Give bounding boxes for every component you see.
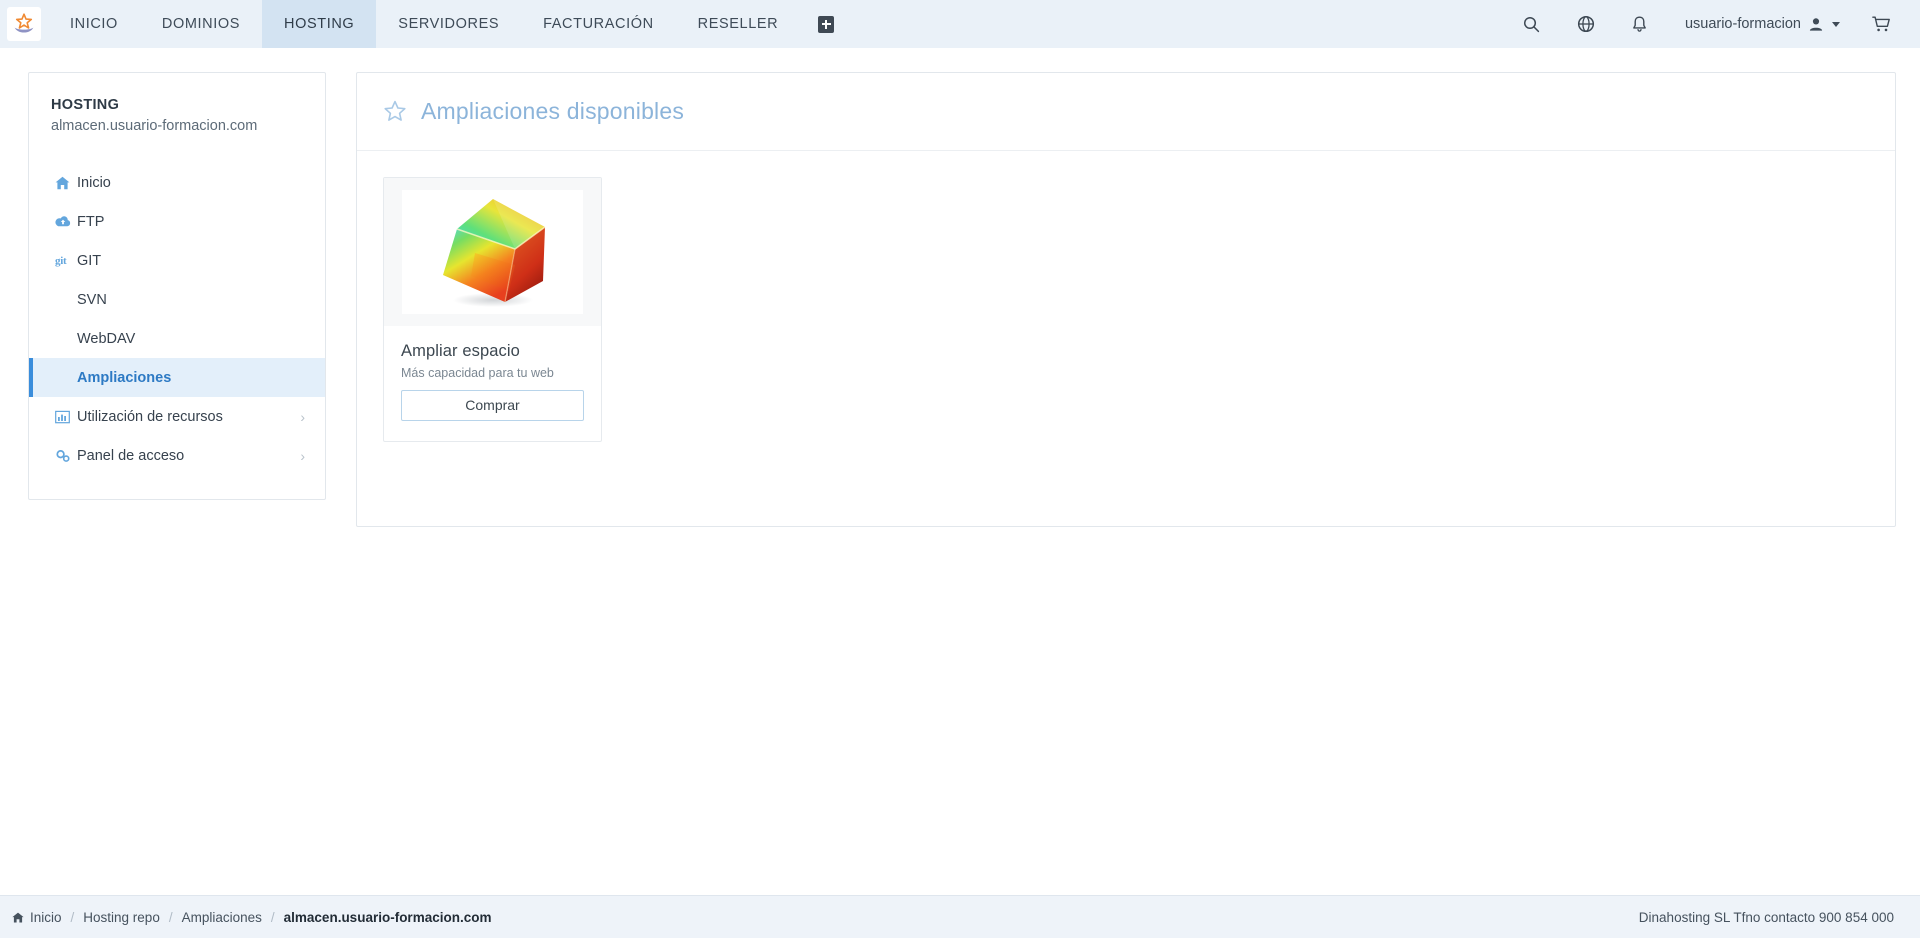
main-header: Ampliaciones disponibles — [357, 73, 1895, 151]
buy-button[interactable]: Comprar — [401, 390, 584, 421]
add-service-button[interactable] — [800, 0, 852, 48]
card-body: Ampliar espacio Más capacidad para tu we… — [384, 326, 601, 441]
sidebar-item-label: Ampliaciones — [77, 369, 172, 386]
cloud-upload-icon — [55, 215, 77, 228]
product-card[interactable]: Ampliar espacio Más capacidad para tu we… — [383, 177, 602, 442]
sidebar: HOSTING almacen.usuario-formacion.com In… — [28, 72, 326, 500]
logo-link[interactable] — [0, 0, 48, 48]
sidebar-item-panel-de-acceso[interactable]: Panel de acceso › — [29, 436, 325, 475]
breadcrumb-item-current: almacen.usuario-formacion.com — [283, 909, 492, 925]
card-image-container — [384, 178, 601, 326]
nav-label: SERVIDORES — [398, 16, 500, 32]
star-outline-icon[interactable] — [383, 100, 407, 123]
chevron-right-icon: › — [300, 408, 305, 425]
nav-label: INICIO — [70, 16, 118, 32]
nav-item-dominios[interactable]: DOMINIOS — [140, 0, 262, 48]
nav-label: FACTURACIÓN — [543, 16, 654, 32]
sidebar-item-label: Inicio — [77, 174, 111, 191]
nav-item-reseller[interactable]: RESELLER — [676, 0, 801, 48]
sidebar-item-utilizacion-de-recursos[interactable]: Utilización de recursos › — [29, 397, 325, 436]
search-icon — [1524, 16, 1540, 32]
main-menu: INICIO DOMINIOS HOSTING SERVIDORES FACTU… — [48, 0, 852, 48]
chevron-down-icon — [1832, 21, 1840, 27]
notifications-bell-icon — [1633, 16, 1647, 32]
card-title: Ampliar espacio — [401, 342, 520, 360]
search-button[interactable] — [1505, 0, 1559, 48]
gears-icon — [55, 449, 77, 463]
user-menu[interactable]: usuario-formacion — [1667, 0, 1854, 48]
top-navigation-bar: INICIO DOMINIOS HOSTING SERVIDORES FACTU… — [0, 0, 1920, 48]
breadcrumb-item-ampliaciones[interactable]: Ampliaciones — [182, 910, 262, 925]
git-icon: git — [55, 254, 67, 267]
breadcrumb-item-inicio[interactable]: Inicio — [12, 910, 62, 925]
home-icon — [55, 176, 77, 190]
notifications-button[interactable] — [1613, 0, 1667, 48]
breadcrumb: Inicio / Hosting repo / Ampliaciones / a… — [12, 910, 491, 925]
card-image-inner — [402, 190, 583, 314]
dinahosting-logo — [7, 7, 41, 41]
sidebar-item-svn[interactable]: SVN — [29, 280, 325, 319]
sidebar-title: HOSTING — [51, 97, 120, 113]
breadcrumb-separator: / — [70, 909, 75, 925]
shopping-cart-icon — [1871, 16, 1890, 32]
logo-glyph — [14, 13, 34, 33]
sidebar-item-inicio[interactable]: Inicio — [29, 163, 325, 202]
breadcrumb-item-hosting-repo[interactable]: Hosting repo — [83, 910, 160, 925]
cart-button[interactable] — [1854, 0, 1908, 48]
nav-item-facturacion[interactable]: FACTURACIÓN — [521, 0, 676, 48]
main-panel: Ampliaciones disponibles Ampliar espacio… — [356, 72, 1896, 527]
sidebar-item-label: FTP — [77, 213, 105, 230]
support-button[interactable] — [1559, 0, 1613, 48]
user-name-label: usuario-formacion — [1684, 16, 1801, 32]
home-icon — [12, 912, 24, 922]
sidebar-item-ampliaciones[interactable]: Ampliaciones — [29, 358, 325, 397]
chevron-right-icon: › — [300, 447, 305, 464]
nav-utilities: usuario-formacion — [1505, 0, 1920, 48]
sidebar-item-ftp[interactable]: FTP — [29, 202, 325, 241]
nav-label: DOMINIOS — [161, 16, 241, 32]
plus-icon — [818, 15, 835, 33]
sidebar-item-git[interactable]: git GIT — [29, 241, 325, 280]
sidebar-item-label: Panel de acceso — [77, 447, 185, 464]
support-globe-icon — [1577, 15, 1594, 33]
sidebar-subtitle: almacen.usuario-formacion.com — [51, 118, 258, 134]
page-title: Ampliaciones disponibles — [421, 98, 685, 124]
sidebar-item-label: Utilización de recursos — [77, 408, 223, 425]
page-container: HOSTING almacen.usuario-formacion.com In… — [0, 48, 1920, 895]
nav-label: RESELLER — [697, 16, 779, 32]
sidebar-item-label: GIT — [77, 252, 102, 269]
nav-item-inicio[interactable]: INICIO — [48, 0, 140, 48]
breadcrumb-separator: / — [270, 909, 275, 925]
cards-grid: Ampliar espacio Más capacidad para tu we… — [357, 151, 1895, 472]
breadcrumb-separator: / — [168, 909, 173, 925]
sidebar-header: HOSTING almacen.usuario-formacion.com — [29, 95, 325, 137]
footer-contact: Dinahosting SL Tfno contacto 900 854 000 — [1638, 909, 1894, 925]
sidebar-item-label: SVN — [77, 291, 107, 308]
nav-item-servidores[interactable]: SERVIDORES — [376, 0, 521, 48]
sidebar-menu: Inicio FTP git GIT SVN WebDAV Ampliacion… — [29, 163, 325, 475]
chart-bar-icon — [55, 410, 77, 424]
nav-item-hosting[interactable]: HOSTING — [262, 0, 377, 48]
card-subtitle: Más capacidad para tu web — [401, 366, 554, 380]
user-avatar-icon — [1809, 17, 1823, 31]
sidebar-item-label: WebDAV — [77, 330, 136, 347]
footer-bar: Inicio / Hosting repo / Ampliaciones / a… — [0, 895, 1920, 938]
nav-label: HOSTING — [284, 16, 355, 32]
rainbow-cube-image — [442, 199, 545, 307]
breadcrumb-label: Inicio — [30, 909, 62, 925]
sidebar-item-webdav[interactable]: WebDAV — [29, 319, 325, 358]
